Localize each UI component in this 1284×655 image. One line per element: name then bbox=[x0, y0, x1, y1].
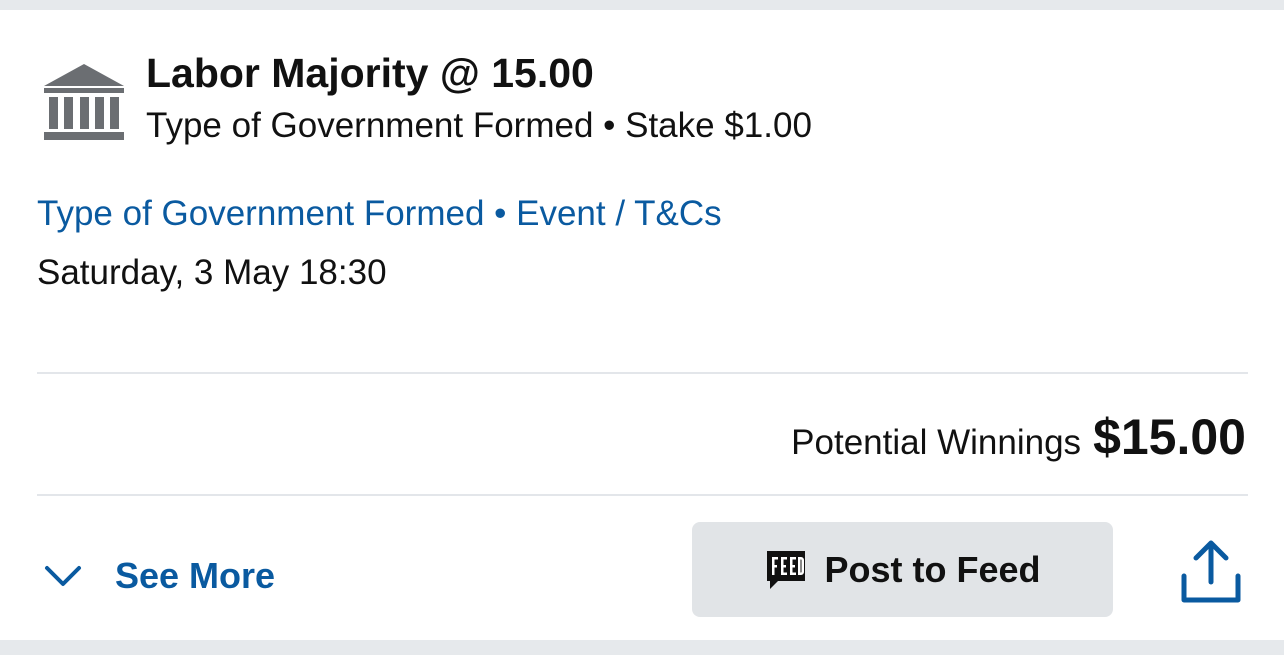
link-separator: • bbox=[484, 194, 517, 233]
divider bbox=[37, 494, 1248, 496]
see-more-label: See More bbox=[115, 555, 276, 596]
divider bbox=[37, 372, 1248, 374]
post-to-feed-label: Post to Feed bbox=[824, 548, 1041, 590]
event-date: Saturday, 3 May 18:30 bbox=[37, 253, 387, 292]
potential-winnings: Potential Winnings $15.00 bbox=[791, 408, 1246, 466]
see-more-button[interactable]: See More bbox=[44, 548, 275, 604]
chevron-down-icon bbox=[45, 566, 81, 586]
government-building-icon bbox=[44, 64, 124, 140]
post-to-feed-button[interactable]: Post to Feed bbox=[692, 522, 1113, 617]
winnings-amount: $15.00 bbox=[1093, 409, 1246, 465]
market-links: Type of Government Formed • Event / T&Cs bbox=[37, 194, 722, 234]
share-upload-icon[interactable] bbox=[1180, 538, 1242, 604]
market-link[interactable]: Type of Government Formed bbox=[37, 194, 484, 233]
feed-speech-bubble-icon bbox=[767, 550, 806, 589]
bet-card: Labor Majority @ 15.00 Type of Governmen… bbox=[0, 10, 1284, 640]
event-terms-link[interactable]: Event / T&Cs bbox=[516, 194, 722, 233]
winnings-label: Potential Winnings bbox=[791, 423, 1082, 462]
bet-subtitle: Type of Government Formed • Stake $1.00 bbox=[146, 106, 812, 145]
bet-title: Labor Majority @ 15.00 bbox=[146, 50, 594, 96]
